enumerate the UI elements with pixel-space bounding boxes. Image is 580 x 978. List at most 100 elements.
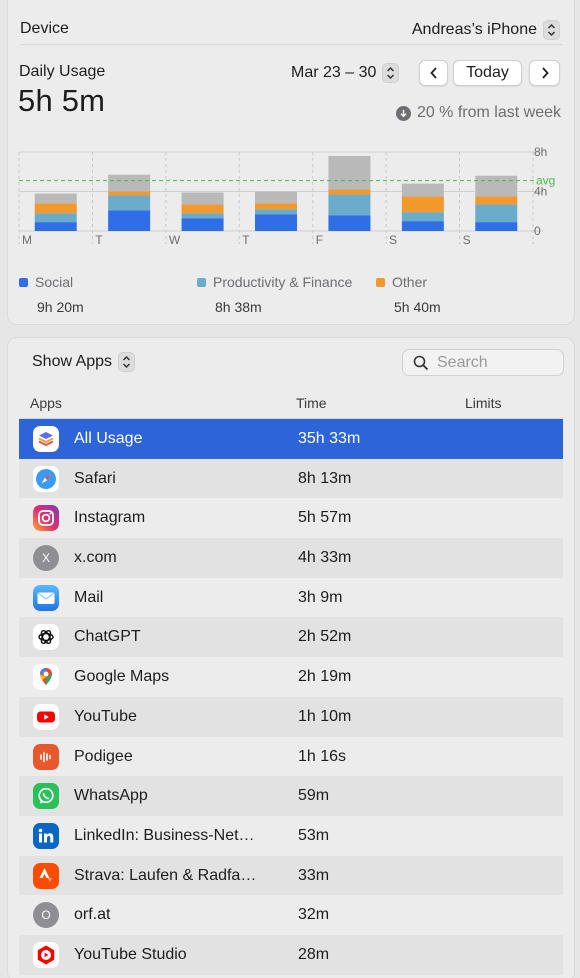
app-name: Safari	[74, 469, 116, 487]
legend-item: Productivity & Finance 8h 38m	[197, 274, 352, 315]
app-time: 33m	[298, 866, 330, 884]
linkedin-icon	[33, 822, 59, 849]
x-tick-label: S	[389, 233, 397, 247]
y-tick-label: 8h	[534, 145, 547, 159]
legend-label: Other	[392, 274, 428, 290]
youtube-studio-icon	[33, 941, 59, 968]
bar-segment-other[interactable]	[108, 191, 151, 196]
daily-usage-card: Device Andreas’s iPhone Daily Usage 5h 5…	[7, 0, 575, 325]
legend-label-row: Other	[376, 274, 441, 290]
app-name: YouTube Studio	[74, 945, 187, 963]
bar-segment-remainder[interactable]	[181, 192, 224, 205]
app-time: 1h 16s	[298, 747, 347, 765]
app-row[interactable]: Podigee 1h 16s	[19, 737, 563, 777]
bar-segment-productivity[interactable]	[255, 209, 297, 215]
instagram-icon	[33, 505, 59, 532]
bar-segment-other[interactable]	[34, 203, 77, 214]
app-row[interactable]: ChatGPT 2h 52m	[19, 617, 563, 658]
layers-icon	[33, 426, 59, 452]
app-row[interactable]: Oorf.at 32m	[19, 895, 563, 935]
legend-label-row: Social	[19, 274, 84, 290]
bar-segment-productivity[interactable]	[34, 213, 77, 223]
app-row[interactable]: Google Maps 2h 19m	[19, 657, 563, 697]
safari-icon	[33, 465, 59, 492]
app-name: Instagram	[74, 509, 146, 527]
search-icon	[413, 355, 429, 370]
bar-segment-social[interactable]	[475, 222, 518, 231]
app-time: 59m	[298, 787, 330, 805]
bar-segment-productivity[interactable]	[108, 195, 151, 211]
bar-segment-social[interactable]	[108, 210, 151, 231]
bar-segment-other[interactable]	[401, 196, 444, 213]
app-row[interactable]: Xx.com 4h 33m	[19, 538, 563, 578]
table-header: Apps Time Limits	[19, 384, 563, 419]
bar-segment-social[interactable]	[181, 218, 224, 231]
app-name: orf.at	[74, 906, 111, 924]
legend-value: 8h 38m	[215, 299, 262, 315]
x-tick-label: W	[169, 233, 181, 247]
search-placeholder: Search	[437, 353, 488, 371]
app-row[interactable]: YouTube Studio 28m	[19, 934, 563, 975]
bar-segment-remainder[interactable]	[475, 175, 518, 197]
strava-icon	[33, 862, 59, 889]
app-name: Google Maps	[74, 668, 170, 686]
x-tick-label: T	[242, 233, 250, 247]
bar-segment-remainder[interactable]	[34, 193, 77, 204]
legend-label-row: Productivity & Finance	[197, 274, 352, 290]
bar-segment-remainder[interactable]	[255, 191, 297, 204]
app-time: 3h 9m	[298, 588, 343, 606]
bar-segment-social[interactable]	[401, 221, 444, 231]
bar-segment-remainder[interactable]	[108, 174, 151, 192]
app-name: Podigee	[74, 747, 133, 765]
column-header-apps[interactable]: Apps	[30, 395, 62, 411]
search-field[interactable]: Search	[402, 349, 564, 376]
show-apps-label: Show Apps	[32, 353, 113, 370]
bar-segment-remainder[interactable]	[401, 183, 444, 197]
maps-pin-icon	[33, 664, 59, 691]
app-row[interactable]: Strava: Laufen & Radfa… 33m	[19, 855, 563, 896]
app-name: All Usage	[74, 430, 143, 447]
bar-segment-other[interactable]	[328, 189, 371, 195]
app-time: 53m	[298, 826, 330, 844]
bar-segment-remainder[interactable]	[328, 155, 371, 190]
app-row[interactable]: Safari 8h 13m	[19, 458, 563, 499]
app-row[interactable]: Mail 3h 9m	[19, 578, 563, 618]
whatsapp-icon	[33, 783, 59, 810]
bar-segment-productivity[interactable]	[401, 212, 444, 222]
updown-chevron-icon	[118, 352, 136, 372]
usage-bar-chart: M T W T F S Savg8h4h0	[18, 145, 555, 247]
app-time: 32m	[298, 906, 330, 924]
legend-label: Social	[35, 274, 74, 290]
x-tick-label: F	[316, 233, 323, 247]
bar-segment-productivity[interactable]	[328, 194, 371, 216]
apps-table: All Usage 35h 33m Safari 8h 13m Instagram 5h …	[19, 419, 563, 975]
bar-segment-social[interactable]	[328, 215, 371, 231]
app-row[interactable]: All Usage 35h 33m	[19, 419, 563, 459]
letter-icon: O	[33, 902, 59, 929]
bar-segment-productivity[interactable]	[475, 204, 518, 223]
bar-segment-other[interactable]	[255, 203, 297, 210]
mail-icon	[33, 584, 59, 611]
y-tick-label: 4h	[534, 185, 547, 199]
bar-segment-other[interactable]	[181, 204, 224, 214]
show-apps-selector[interactable]: Show Apps	[32, 352, 136, 372]
app-time: 28m	[298, 945, 330, 963]
bar-segment-social[interactable]	[255, 214, 297, 231]
youtube-icon	[33, 703, 59, 730]
bar-segment-social[interactable]	[34, 222, 77, 231]
app-row[interactable]: YouTube 1h 10m	[19, 696, 563, 737]
legend-swatch	[19, 277, 28, 287]
app-row[interactable]: LinkedIn: Business-Net… 53m	[19, 816, 563, 856]
app-time: 1h 10m	[298, 707, 352, 725]
column-header-limits[interactable]: Limits	[465, 395, 502, 411]
letter-icon: X	[33, 545, 59, 572]
app-time: 8h 13m	[298, 469, 352, 487]
app-row[interactable]: Instagram 5h 57m	[19, 498, 563, 538]
app-row[interactable]: WhatsApp 59m	[19, 776, 563, 816]
legend-swatch	[376, 277, 385, 287]
bar-segment-other[interactable]	[475, 196, 518, 205]
bar-segment-productivity[interactable]	[181, 213, 224, 219]
app-time: 4h 33m	[298, 549, 352, 567]
column-header-time[interactable]: Time	[296, 395, 327, 411]
y-tick-label: 0	[534, 224, 541, 238]
